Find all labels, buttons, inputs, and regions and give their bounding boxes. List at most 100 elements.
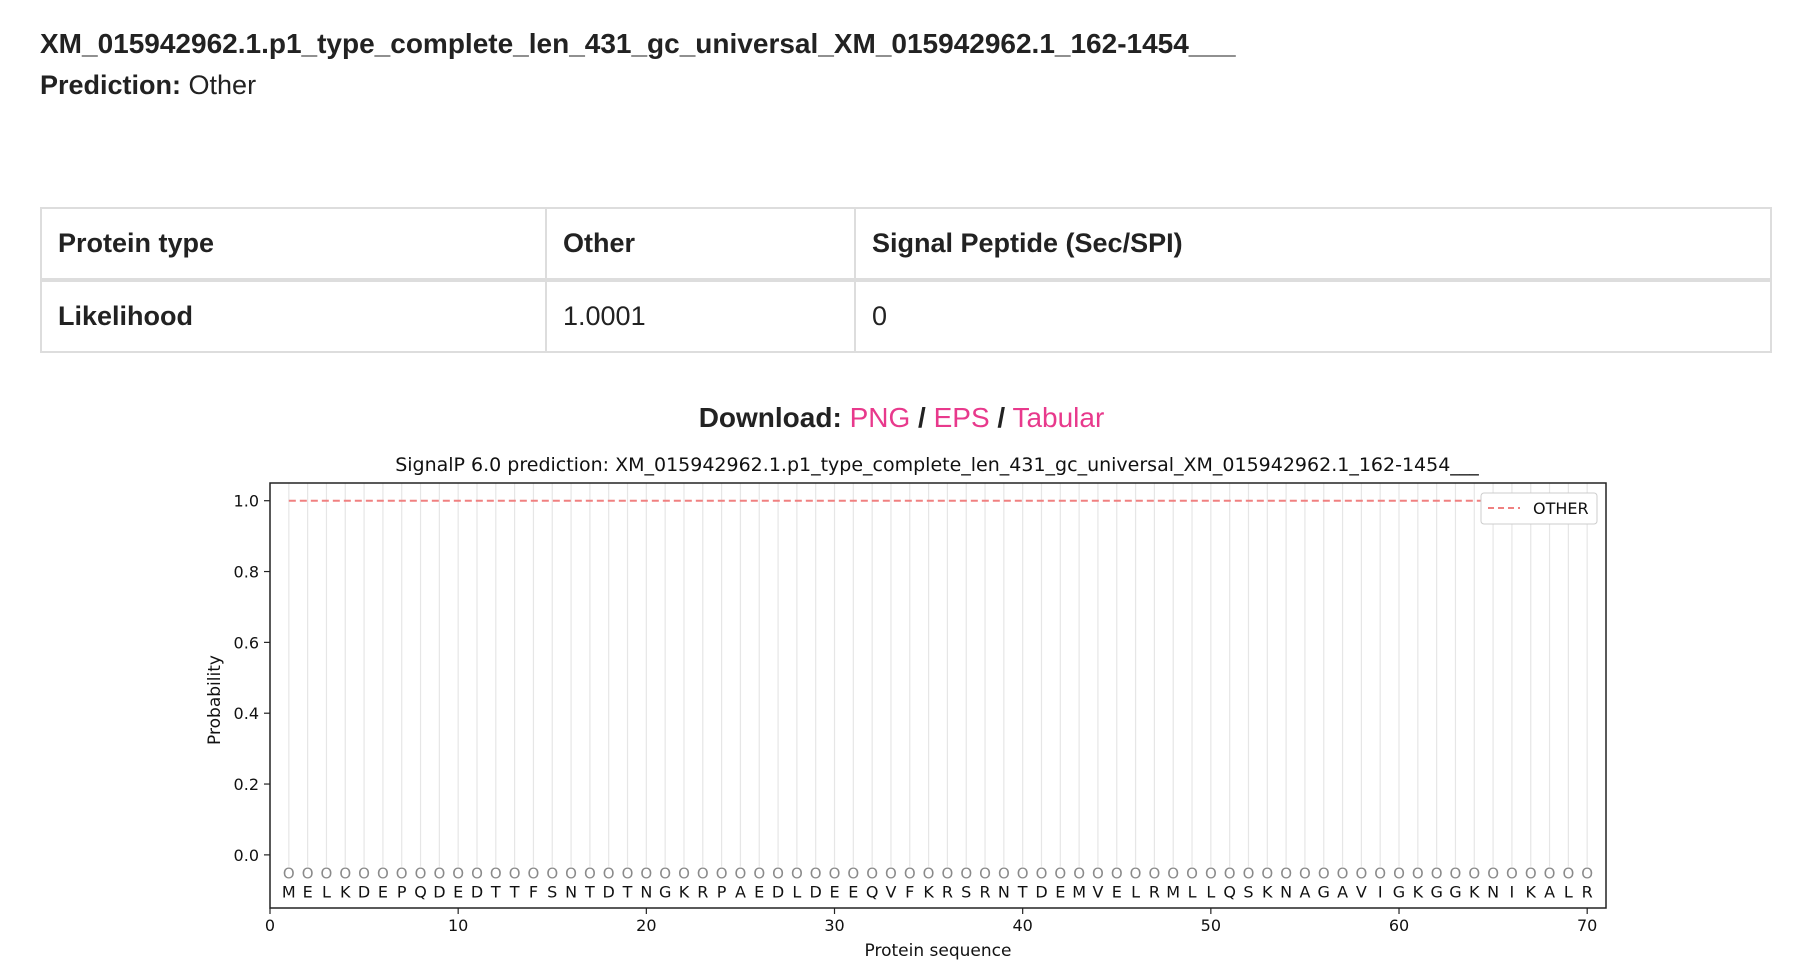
- region-marker: O: [565, 865, 577, 883]
- residue-label: K: [1262, 883, 1273, 902]
- likelihood-signal-peptide: 0: [854, 279, 1772, 353]
- region-marker: O: [1130, 865, 1142, 883]
- region-marker: O: [302, 865, 314, 883]
- x-tick-label: 40: [1012, 916, 1032, 935]
- region-marker: O: [640, 865, 652, 883]
- residue-label: N: [1280, 883, 1292, 902]
- residue-label: V: [1356, 883, 1367, 902]
- region-marker: O: [678, 865, 690, 883]
- region-marker: O: [942, 865, 954, 883]
- download-png-link[interactable]: PNG: [850, 402, 911, 433]
- chart-title: SignalP 6.0 prediction: XM_015942962.1.p…: [395, 454, 1479, 476]
- region-marker: O: [716, 865, 728, 883]
- residue-label: M: [282, 883, 296, 902]
- residue-label: A: [1299, 883, 1310, 902]
- x-axis-ticks: 0 10 20 30 40 50 60 70: [265, 908, 1597, 935]
- likelihood-other: 1.0001: [545, 279, 856, 353]
- region-marker: O: [396, 865, 408, 883]
- residue-label: N: [998, 883, 1010, 902]
- residue-label: G: [1393, 883, 1405, 902]
- region-marker: O: [433, 865, 445, 883]
- x-tick-label: 30: [824, 916, 844, 935]
- row-label-likelihood: Likelihood: [40, 279, 547, 353]
- residue-label: S: [547, 883, 557, 902]
- x-axis-label: Protein sequence: [865, 941, 1012, 961]
- region-marker: O: [810, 865, 822, 883]
- y-tick-label: 1.0: [234, 492, 259, 511]
- residue-label: P: [397, 883, 407, 902]
- download-tabular-link[interactable]: Tabular: [1012, 402, 1104, 433]
- region-marker: O: [885, 865, 897, 883]
- region-marker: O: [1412, 865, 1424, 883]
- residue-label: G: [659, 883, 671, 902]
- signalp-prediction-chart: SignalP 6.0 prediction: XM_015942962.1.p…: [205, 454, 1607, 961]
- download-eps-link[interactable]: EPS: [934, 402, 990, 433]
- y-tick-label: 0.6: [234, 633, 259, 652]
- residue-label: R: [979, 883, 990, 902]
- residue-label: D: [471, 883, 483, 902]
- residue-label: E: [1055, 883, 1065, 902]
- download-bar: Download: PNG / EPS / Tabular: [0, 402, 1803, 434]
- residue-label: M: [1166, 883, 1180, 902]
- region-marker: O: [1148, 865, 1160, 883]
- residue-label: A: [735, 883, 746, 902]
- y-axis-ticks: 0.0 0.2 0.4 0.6 0.8 1.0: [234, 492, 270, 865]
- residue-label: E: [829, 883, 839, 902]
- prediction-value: Other: [188, 70, 257, 100]
- separator: /: [918, 402, 926, 433]
- residue-label: A: [1337, 883, 1348, 902]
- region-marker: O: [546, 865, 558, 883]
- residue-label: R: [697, 883, 708, 902]
- download-label: Download:: [698, 402, 842, 433]
- region-marker: O: [622, 865, 634, 883]
- col-header-signal-peptide: Signal Peptide (Sec/SPI): [854, 207, 1772, 282]
- x-tick-label: 60: [1389, 916, 1409, 935]
- region-marker: O: [452, 865, 464, 883]
- residue-label: Q: [1223, 883, 1236, 902]
- x-tick-label: 20: [636, 916, 656, 935]
- region-marker: O: [979, 865, 991, 883]
- region-marker: O: [339, 865, 351, 883]
- region-marker: O: [1393, 865, 1405, 883]
- plot-frame: [269, 482, 1607, 909]
- sequence-title: XM_015942962.1.p1_type_complete_len_431_…: [40, 28, 1236, 59]
- residue-label: E: [1112, 883, 1122, 902]
- region-marker: O: [829, 865, 841, 883]
- region-marker: O: [1468, 865, 1480, 883]
- region-marker: O: [1054, 865, 1066, 883]
- residue-label: M: [1072, 883, 1086, 902]
- x-tick-label: 0: [265, 916, 275, 935]
- region-marker: O: [1261, 865, 1273, 883]
- region-marker: O: [697, 865, 709, 883]
- chart-region-markers: OOOOOOOOOOOOOOOOOOOOOOOOOOOOOOOOOOOOOOOO…: [283, 865, 1593, 883]
- residue-label: T: [509, 883, 520, 902]
- residue-label: K: [1469, 883, 1480, 902]
- residue-label: I: [1510, 883, 1515, 902]
- region-marker: O: [358, 865, 370, 883]
- residue-label: R: [1582, 883, 1593, 902]
- x-tick-label: 10: [448, 916, 468, 935]
- y-tick-label: 0.8: [234, 563, 259, 582]
- residue-label: E: [848, 883, 858, 902]
- residue-label: Q: [866, 883, 879, 902]
- region-marker: O: [584, 865, 596, 883]
- residue-label: T: [584, 883, 595, 902]
- region-marker: O: [1036, 865, 1048, 883]
- region-marker: O: [753, 865, 765, 883]
- residue-label: K: [340, 883, 351, 902]
- region-marker: O: [1506, 865, 1518, 883]
- region-marker: O: [923, 865, 935, 883]
- legend-other-label: OTHER: [1533, 499, 1589, 518]
- region-marker: O: [1355, 865, 1367, 883]
- residue-label: L: [792, 883, 801, 902]
- residue-label: K: [1413, 883, 1424, 902]
- residue-label: R: [1149, 883, 1160, 902]
- residue-label: T: [490, 883, 501, 902]
- x-tick-label: 70: [1577, 916, 1597, 935]
- region-marker: O: [1431, 865, 1443, 883]
- region-marker: O: [659, 865, 671, 883]
- region-marker: O: [1243, 865, 1255, 883]
- residue-label: L: [322, 883, 331, 902]
- residue-label: R: [942, 883, 953, 902]
- residue-label: K: [1525, 883, 1536, 902]
